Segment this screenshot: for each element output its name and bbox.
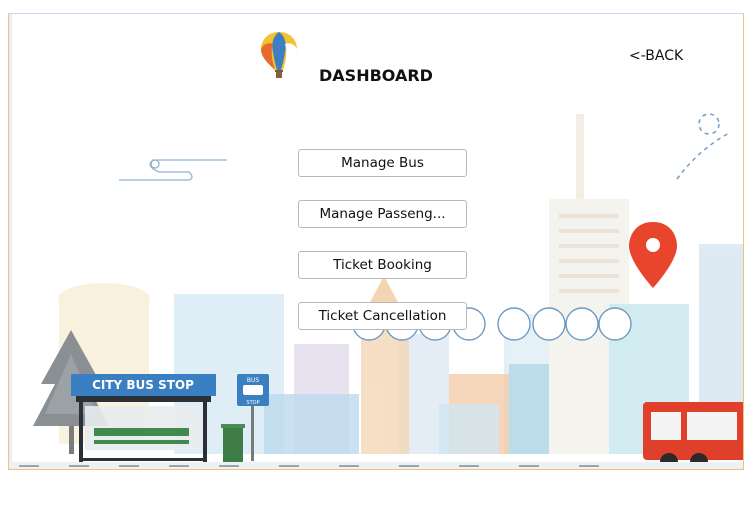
ticket-booking-button[interactable]: Ticket Booking: [298, 251, 467, 279]
page-title: DASHBOARD: [319, 66, 433, 85]
bus-stop-sign-text: CITY BUS STOP: [92, 378, 194, 392]
flight-path-icon: [676, 113, 732, 180]
balloon-icon: [261, 32, 297, 78]
svg-text:BUS: BUS: [247, 377, 260, 384]
bus-stop-shelter: CITY BUS STOP: [71, 374, 216, 462]
wind-swirl-icon: [119, 159, 227, 181]
manage-passenger-button[interactable]: Manage Passeng...: [298, 200, 467, 228]
location-pin-icon: [629, 222, 677, 288]
ticket-cancellation-button[interactable]: Ticket Cancellation: [298, 302, 467, 330]
trash-bin-icon: [221, 424, 245, 462]
back-button[interactable]: <-BACK: [629, 48, 683, 64]
svg-text:STOP: STOP: [246, 400, 259, 406]
bus-icon: [643, 402, 743, 469]
manage-bus-button[interactable]: Manage Bus: [298, 149, 467, 177]
dashboard-window: CITY BUS STOP BUS STOP DASHBOARD <-BACK …: [8, 13, 744, 470]
